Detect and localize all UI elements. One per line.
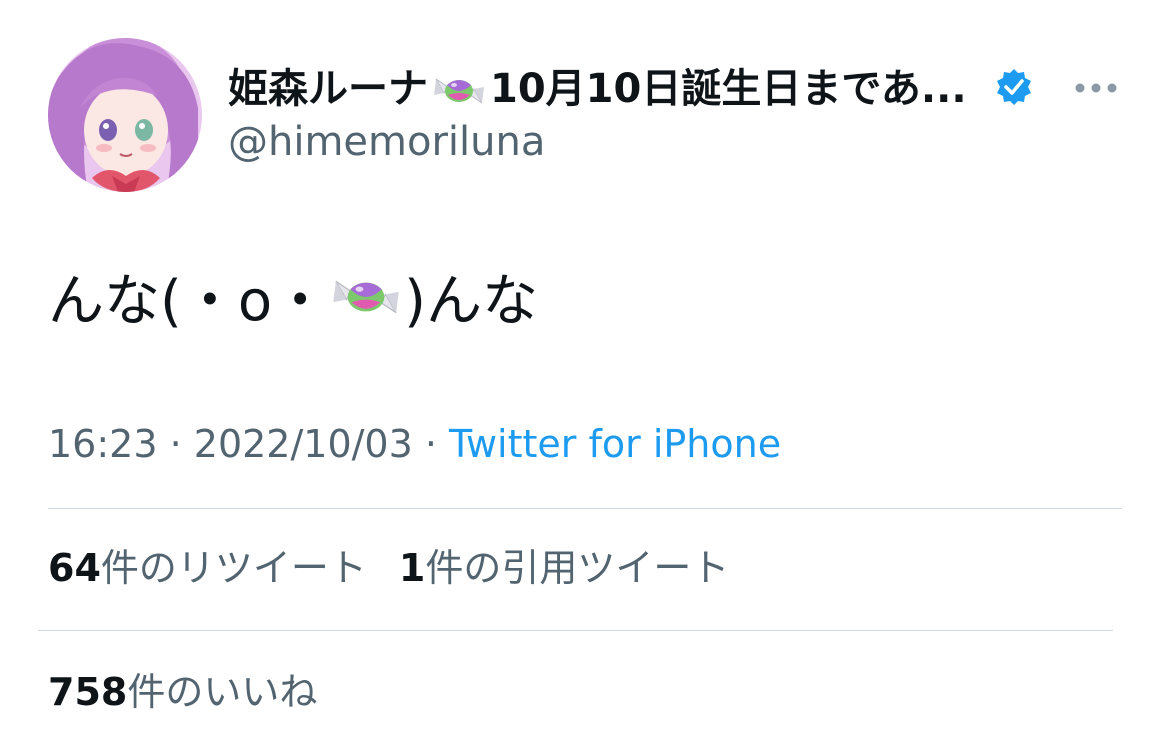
retweets-count: 64	[48, 546, 101, 590]
tweet-text-after: )んな	[404, 269, 538, 334]
divider	[38, 630, 1113, 631]
quotes-label: 件の引用ツイート	[425, 546, 730, 590]
user-handle[interactable]: @himemoriluna	[228, 116, 545, 168]
verified-badge-icon	[994, 67, 1034, 107]
tweet-text-before: んな(・o・	[48, 269, 329, 334]
display-name[interactable]: 姫森ルーナ 10月10日誕生日まであ...	[228, 62, 967, 116]
likes-stat[interactable]: 758件のいいね	[48, 666, 317, 718]
tweet-source-link[interactable]: Twitter for iPhone	[449, 422, 781, 466]
tweet-meta: 16:23 · 2022/10/03 · Twitter for iPhone	[48, 418, 781, 470]
avatar[interactable]	[48, 38, 202, 192]
avatar-illustration-icon	[48, 38, 202, 192]
divider	[48, 508, 1122, 509]
candy-icon	[328, 268, 404, 326]
retweets-stat[interactable]: 64件のリツイート	[48, 542, 367, 594]
tweet-time[interactable]: 16:23	[48, 422, 158, 466]
likes-label: 件のいいね	[127, 670, 318, 714]
tweet-date[interactable]: 2022/10/03	[194, 422, 413, 466]
quotes-stat[interactable]: 1件の引用ツイート	[399, 542, 729, 594]
meta-separator: ·	[412, 422, 450, 466]
stats-row: 64件のリツイート 1件の引用ツイート	[48, 542, 729, 594]
display-name-suffix: 10月10日誕生日まであ...	[490, 66, 967, 112]
display-name-prefix: 姫森ルーナ	[228, 66, 428, 112]
candy-icon	[430, 71, 488, 111]
retweets-label: 件のリツイート	[100, 546, 367, 590]
more-options-icon[interactable]	[1074, 78, 1118, 98]
tweet-text: んな(・o・ )んな	[48, 266, 538, 338]
meta-separator: ·	[157, 422, 194, 466]
likes-count: 758	[48, 670, 128, 714]
quotes-count: 1	[398, 546, 426, 590]
